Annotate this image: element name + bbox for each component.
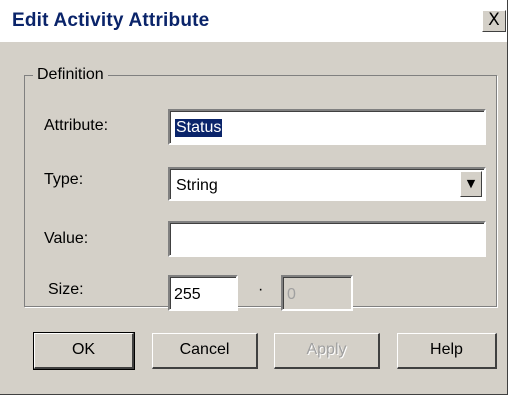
attribute-input[interactable]: Status xyxy=(168,109,486,145)
type-label: Type: xyxy=(44,171,84,188)
attribute-input-value: Status xyxy=(175,119,223,137)
type-select-value: String xyxy=(176,177,218,194)
edit-activity-attribute-dialog: Edit Activity Attribute X Definition Att… xyxy=(0,0,508,395)
help-button[interactable]: Help xyxy=(397,333,497,369)
dialog-title: Edit Activity Attribute xyxy=(12,10,210,31)
value-input[interactable] xyxy=(168,221,486,257)
size-input-value: 255 xyxy=(174,286,201,303)
title-bar[interactable]: Edit Activity Attribute X xyxy=(0,0,507,42)
close-button[interactable]: X xyxy=(482,10,506,32)
size-separator: · xyxy=(258,281,264,298)
type-dropdown-button[interactable]: ▼ xyxy=(460,171,482,197)
definition-group-label: Definition xyxy=(33,66,108,84)
type-select[interactable]: String ▼ xyxy=(168,167,486,201)
value-label: Value: xyxy=(44,230,89,247)
size-secondary-input: 0 xyxy=(281,275,353,311)
ok-button[interactable]: OK xyxy=(33,332,135,370)
close-icon: X xyxy=(488,10,500,30)
apply-button[interactable]: Apply xyxy=(274,333,380,369)
size-secondary-value: 0 xyxy=(287,286,296,303)
attribute-label: Attribute: xyxy=(44,117,109,134)
chevron-down-icon: ▼ xyxy=(466,177,476,190)
size-label: Size: xyxy=(48,281,84,298)
size-input[interactable]: 255 xyxy=(168,275,238,311)
cancel-button[interactable]: Cancel xyxy=(152,333,258,369)
